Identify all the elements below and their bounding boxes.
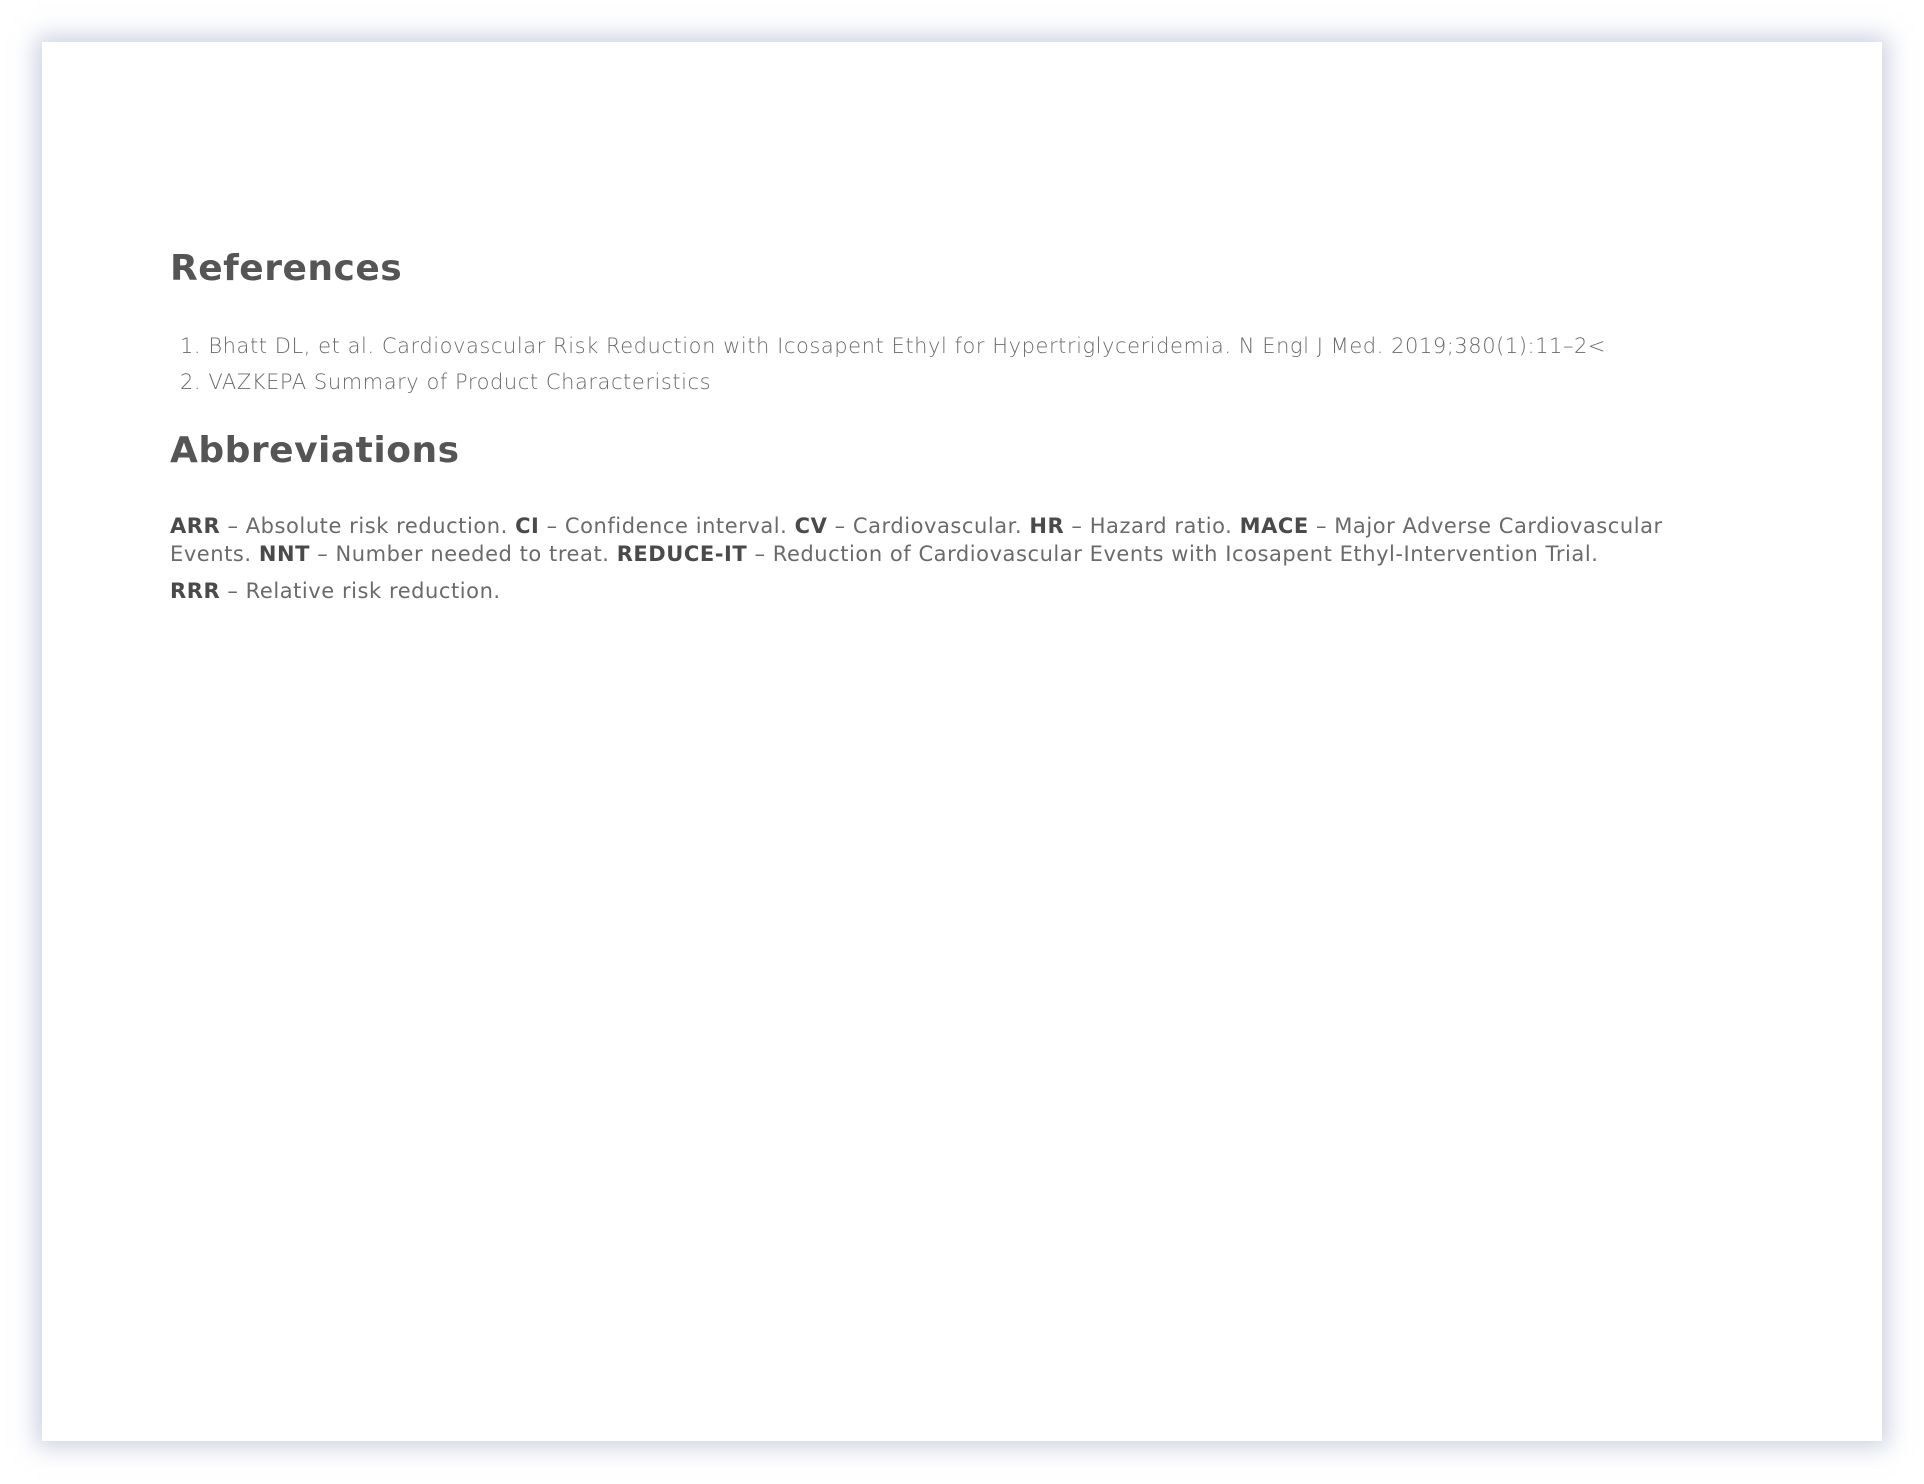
abbr-def: – Number needed to treat. [310, 542, 617, 566]
abbr-def: – Relative risk reduction. [220, 579, 501, 603]
abbreviations-heading: Abbreviations [170, 430, 460, 471]
references-list: 1. Bhatt DL, et al. Cardiovascular Risk … [170, 328, 1606, 400]
abbr-def: – Reduction of Cardiovascular Events wit… [747, 542, 1599, 566]
reference-item: 1. Bhatt DL, et al. Cardiovascular Risk … [180, 334, 1607, 358]
abbr-term: RRR [170, 579, 221, 603]
abbr-term: MACE [1239, 514, 1309, 538]
abbr-def: – Hazard ratio. [1064, 514, 1240, 538]
reference-item: 2. VAZKEPA Summary of Product Characteri… [180, 370, 712, 394]
abbr-term: CI [515, 514, 540, 538]
references-heading: References [170, 248, 403, 289]
abbr-term: HR [1029, 514, 1065, 538]
abbr-def: – Cardiovascular. [827, 514, 1030, 538]
abbr-term: NNT [258, 542, 310, 566]
abbreviation-rrr: RRR – Relative risk reduction. [170, 577, 501, 605]
abbr-def: – Absolute risk reduction. [220, 514, 516, 538]
abbr-term: ARR [170, 514, 221, 538]
abbr-term: REDUCE-IT [616, 542, 748, 566]
abbr-def: – Confidence interval. [539, 514, 795, 538]
document-page: References 1. Bhatt DL, et al. Cardiovas… [42, 42, 1882, 1441]
abbr-term: CV [794, 514, 828, 538]
abbreviations-paragraph: ARR – Absolute risk reduction. CI – Conf… [170, 512, 1710, 568]
